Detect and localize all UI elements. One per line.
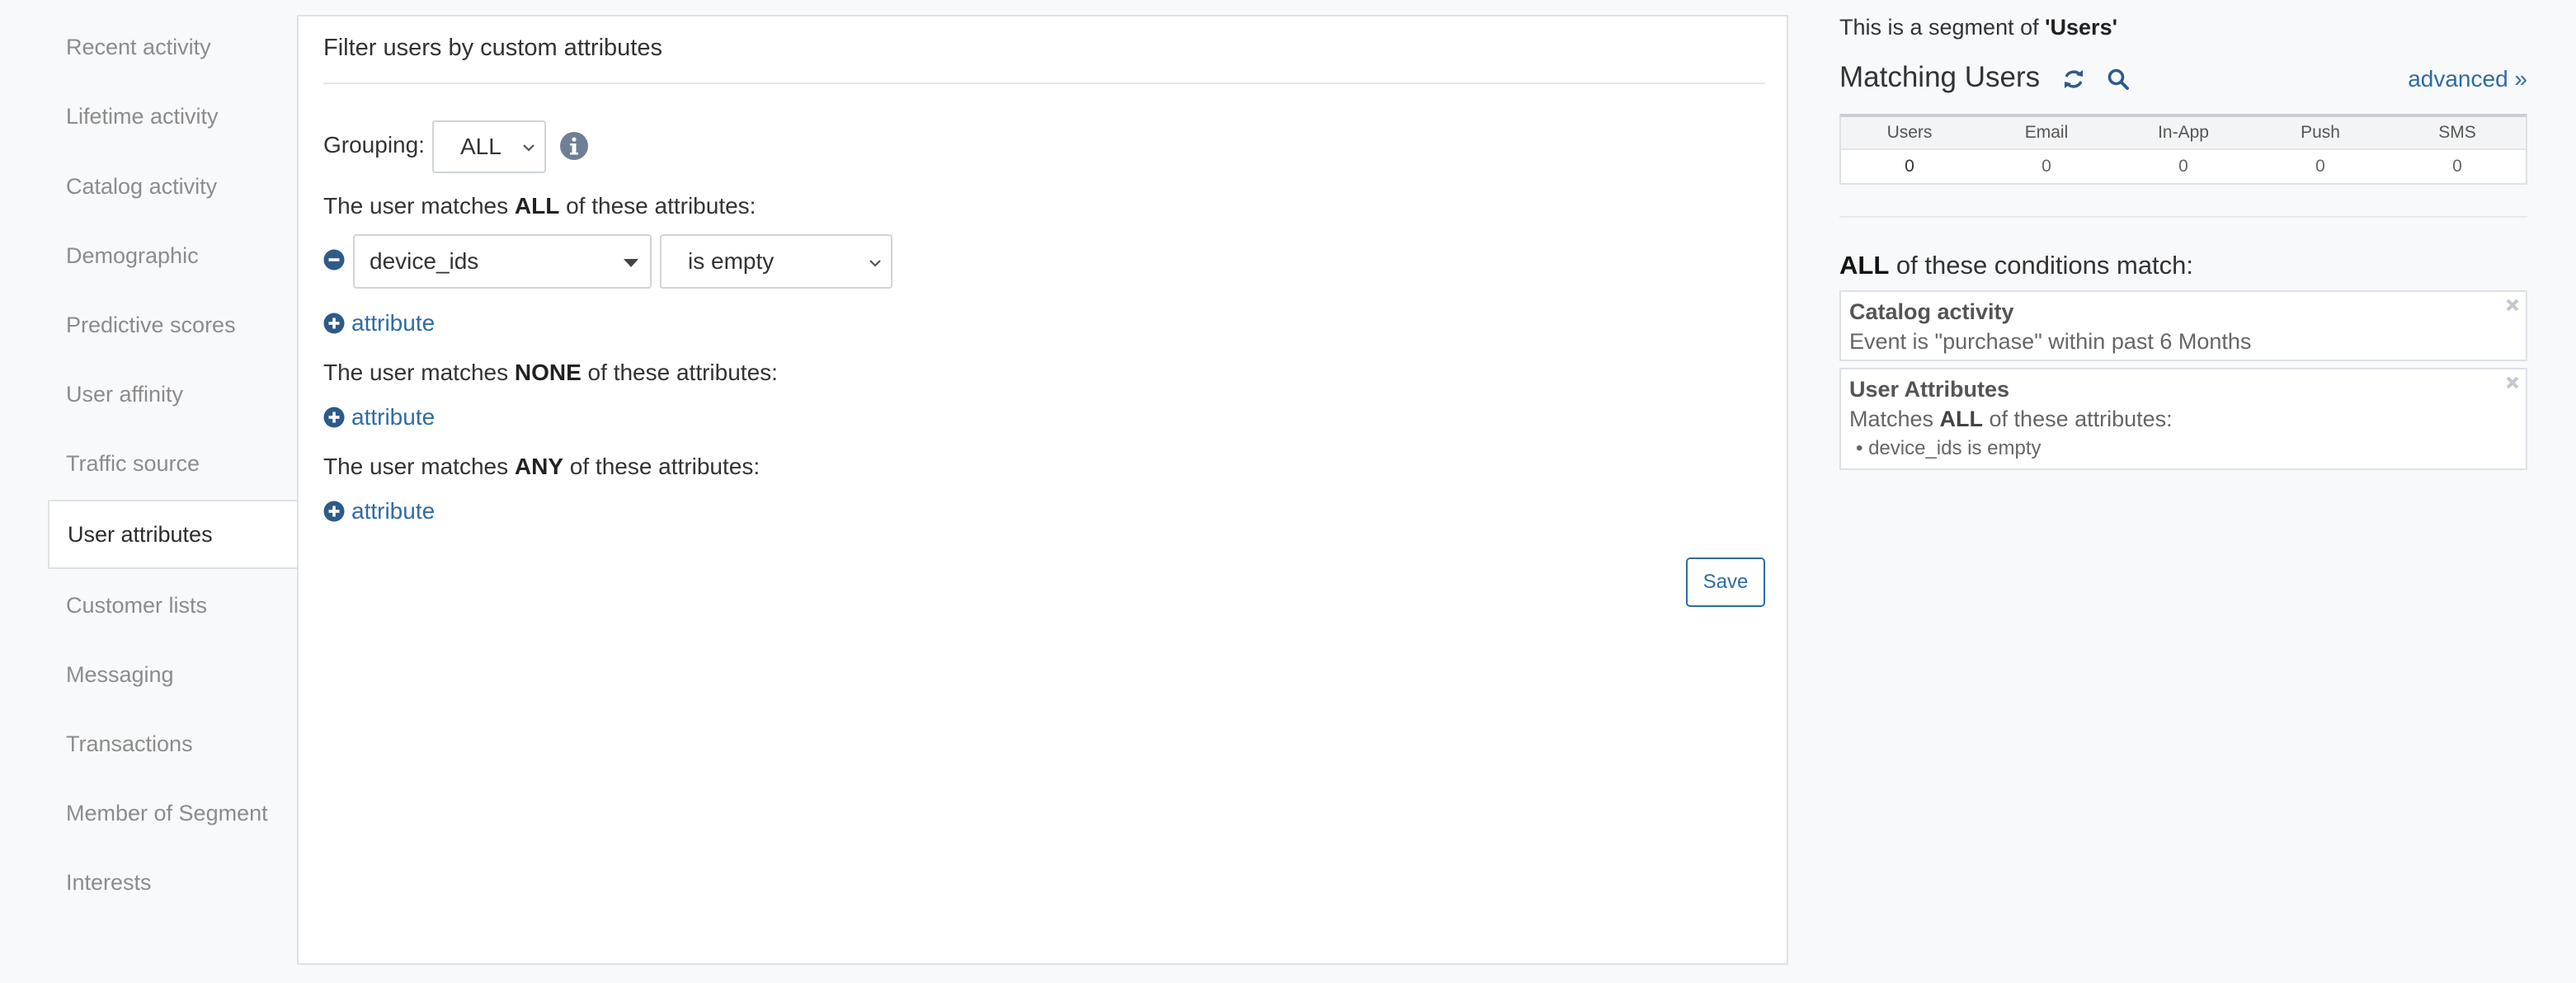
- chevron-down-icon: [869, 260, 881, 267]
- table-cell-in-app: 0: [2178, 157, 2188, 176]
- table-cell-users: 0: [1905, 157, 1914, 176]
- any-rule-suffix: of these attributes:: [563, 454, 761, 479]
- none-rule-suffix: of these attributes:: [581, 360, 778, 385]
- table-cell-push: 0: [2315, 157, 2325, 176]
- conditions-suffix: of these conditions match:: [1889, 251, 2194, 280]
- add-attribute-label: attribute: [351, 498, 436, 524]
- add-attribute-none-link[interactable]: attribute: [323, 404, 435, 430]
- remove-condition-icon[interactable]: [323, 249, 345, 270]
- attribute-value: device_ids: [370, 248, 479, 274]
- table-cell-sms: 0: [2452, 157, 2462, 176]
- add-attribute-label: attribute: [351, 404, 436, 430]
- sidebar-item-catalog-activity[interactable]: Catalog activity: [48, 152, 217, 221]
- search-icon[interactable]: [2107, 68, 2130, 91]
- segment-note-prefix: This is a segment of: [1839, 15, 2046, 40]
- condition-desc-prefix: Matches: [1849, 407, 1940, 431]
- operator-select[interactable]: is empty: [660, 234, 892, 289]
- close-icon[interactable]: [2504, 297, 2521, 313]
- sidebar-item-recent-activity[interactable]: Recent activity: [48, 12, 211, 82]
- plus-circle-icon: [323, 313, 345, 334]
- table-header-users: Users: [1886, 123, 1933, 142]
- sidebar-item-predictive-scores[interactable]: Predictive scores: [48, 290, 236, 360]
- any-rule-keyword: ANY: [514, 454, 563, 479]
- table-cell-email: 0: [2041, 157, 2051, 176]
- chevron-down-icon: [523, 144, 535, 152]
- sidebar-item-messaging[interactable]: Messaging: [48, 640, 174, 709]
- condition-title: Catalog activity: [1849, 299, 2014, 324]
- condition-card-user-attributes[interactable]: User Attributes Matches ALL of these att…: [1839, 368, 2527, 470]
- all-rule-text: The user matches ALL of these attributes…: [323, 193, 756, 219]
- table-header-in-app: In-App: [2158, 123, 2209, 142]
- plus-circle-icon: [323, 501, 345, 522]
- any-rule-prefix: The user matches: [323, 454, 515, 479]
- none-rule-text: The user matches NONE of these attribute…: [323, 360, 778, 386]
- table-row: 0 0 0 0 0: [1841, 150, 2526, 183]
- condition-bullet: • device_ids is empty: [1856, 437, 2041, 459]
- plus-circle-icon: [323, 407, 345, 428]
- condition-card-catalog[interactable]: Catalog activity Event is "purchase" wit…: [1839, 290, 2527, 361]
- sidebar-item-demographic[interactable]: Demographic: [48, 221, 199, 290]
- sidebar-item-user-affinity[interactable]: User affinity: [48, 360, 183, 429]
- conditions-keyword: ALL: [1839, 251, 1890, 280]
- sidebar-item-lifetime-activity[interactable]: Lifetime activity: [48, 82, 219, 151]
- grouping-value: ALL: [460, 134, 502, 159]
- add-attribute-all-link[interactable]: attribute: [323, 310, 435, 336]
- condition-description: Matches ALL of these attributes:: [1849, 404, 2517, 434]
- reachability-table: Users Email In-App Push SMS 0 0 0 0 0: [1839, 114, 2527, 185]
- caret-down-icon: [624, 259, 638, 267]
- add-attribute-any-link[interactable]: attribute: [323, 498, 435, 524]
- table-header-sms: SMS: [2438, 123, 2476, 142]
- segment-name: 'Users': [2045, 15, 2118, 40]
- none-rule-prefix: The user matches: [323, 360, 515, 385]
- advanced-link[interactable]: advanced »: [2408, 66, 2527, 92]
- sidebar-item-customer-lists[interactable]: Customer lists: [48, 571, 207, 640]
- operator-value: is empty: [688, 248, 775, 274]
- conditions-heading: ALL of these conditions match:: [1839, 251, 2193, 280]
- grouping-select[interactable]: ALL: [432, 120, 546, 173]
- sidebar-item-member-of-segment[interactable]: Member of Segment: [48, 778, 268, 848]
- all-rule-suffix: of these attributes:: [559, 193, 756, 219]
- all-rule-keyword: ALL: [514, 193, 560, 219]
- sidebar-item-transactions[interactable]: Transactions: [48, 709, 193, 778]
- table-header-row: Users Email In-App Push SMS: [1841, 117, 2526, 150]
- condition-title: User Attributes: [1849, 377, 2010, 402]
- table-header-email: Email: [2024, 123, 2069, 142]
- matching-users-title: Matching Users: [1839, 61, 2041, 93]
- attribute-select[interactable]: device_ids: [353, 234, 652, 289]
- condition-desc-keyword: ALL: [1939, 407, 1984, 431]
- panel-title: Filter users by custom attributes: [323, 35, 662, 61]
- refresh-icon[interactable]: [2062, 68, 2085, 91]
- sidebar-item-traffic-source[interactable]: Traffic source: [48, 429, 200, 498]
- table-header-push: Push: [2301, 123, 2340, 142]
- close-icon[interactable]: [2504, 374, 2521, 391]
- sidebar-item-user-attributes[interactable]: User attributes: [48, 500, 297, 569]
- any-rule-text: The user matches ANY of these attributes…: [323, 454, 760, 480]
- grouping-label: Grouping:: [323, 132, 425, 158]
- divider: [323, 82, 1765, 84]
- info-icon[interactable]: [559, 131, 589, 161]
- filter-panel: Filter users by custom attributes Groupi…: [297, 15, 1788, 965]
- add-attribute-label: attribute: [351, 310, 436, 336]
- condition-description: Event is "purchase" within past 6 Months: [1849, 329, 2252, 354]
- save-button[interactable]: Save: [1686, 557, 1765, 607]
- all-rule-prefix: The user matches: [323, 193, 515, 219]
- condition-desc-suffix: of these attributes:: [1983, 407, 2173, 431]
- segment-note: This is a segment of 'Users': [1839, 15, 2117, 40]
- none-rule-keyword: NONE: [514, 360, 582, 385]
- divider: [1839, 216, 2527, 218]
- sidebar-item-interests[interactable]: Interests: [48, 848, 152, 917]
